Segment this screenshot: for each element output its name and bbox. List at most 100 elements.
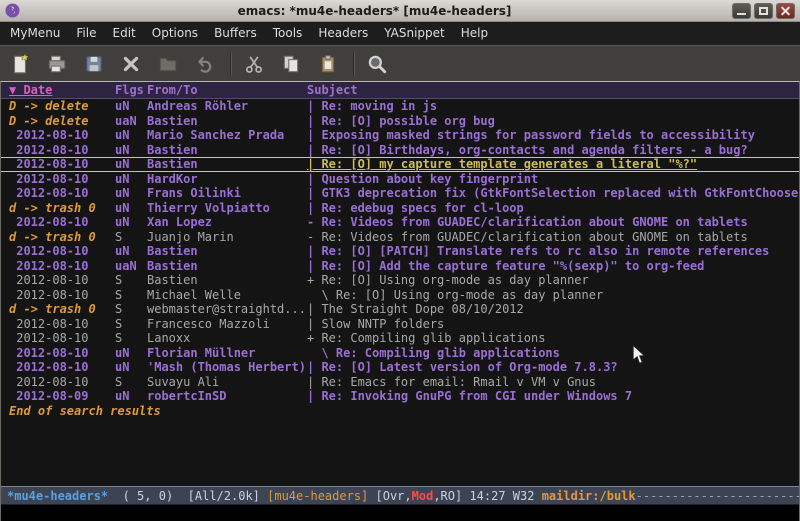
- headers-column-row: ▼ Date Flgs From/To Subject: [1, 82, 799, 99]
- modeline-dashes: ----------------------------------------…: [636, 489, 799, 503]
- open-file-button[interactable]: [43, 50, 71, 78]
- message-date: 2012-08-09: [9, 389, 115, 404]
- message-flags: uN: [115, 172, 147, 187]
- message-row[interactable]: 2012-08-10 uaN Bastien | Re: [O] Add the…: [1, 259, 799, 274]
- message-row[interactable]: 2012-08-10 uN Frans Oilinki | GTK3 depre…: [1, 186, 799, 201]
- copy-button[interactable]: [277, 50, 305, 78]
- new-file-button[interactable]: [6, 50, 34, 78]
- message-row[interactable]: 2012-08-10 uN Florian Müllner \ Re: Comp…: [1, 346, 799, 361]
- message-flags: S: [115, 288, 147, 303]
- menu-item-help[interactable]: Help: [453, 22, 496, 45]
- mouse-cursor: [632, 344, 647, 365]
- undo-button[interactable]: [191, 50, 219, 78]
- message-row[interactable]: 2012-08-09 uN robertcInSD | Re: Invoking…: [1, 389, 799, 404]
- message-subject: \ Re: Compiling glib applications: [307, 346, 799, 361]
- titlebar[interactable]: emacs: *mu4e-headers* [mu4e-headers]: [0, 0, 800, 22]
- menu-item-headers[interactable]: Headers: [310, 22, 376, 45]
- menu-bar: MyMenuFileEditOptionsBuffersToolsHeaders…: [0, 22, 800, 45]
- message-row[interactable]: 2012-08-10 uN Xan Lopez - Re: Videos fro…: [1, 215, 799, 230]
- menu-item-tools[interactable]: Tools: [265, 22, 311, 45]
- message-row[interactable]: D -> delete uN Andreas Röhler | Re: movi…: [1, 99, 799, 114]
- column-flags[interactable]: Flgs: [115, 82, 147, 98]
- message-from: Florian Müllner: [147, 346, 307, 361]
- message-subject: + Re: Compiling glib applications: [307, 331, 799, 346]
- message-subject: \ Re: [O] Using org-mode as day planner: [307, 288, 799, 303]
- undo-icon: [194, 53, 216, 75]
- save-icon: [83, 53, 105, 75]
- menu-item-buffers[interactable]: Buffers: [206, 22, 265, 45]
- message-from: HardKor: [147, 172, 307, 187]
- search-button[interactable]: [363, 50, 391, 78]
- minibuffer[interactable]: [1, 505, 799, 521]
- menu-item-yasnippet[interactable]: YASnippet: [376, 22, 453, 45]
- paste-button[interactable]: [314, 50, 342, 78]
- message-from: Lanoxx: [147, 331, 307, 346]
- sort-column-date[interactable]: ▼ Date: [9, 82, 115, 98]
- mode-line[interactable]: *mu4e-headers* ( 5, 0) [All/2.0k] [mu4e-…: [1, 486, 799, 505]
- menu-item-options[interactable]: Options: [144, 22, 206, 45]
- search-icon: [366, 53, 388, 75]
- close-button[interactable]: [776, 3, 795, 19]
- column-subject[interactable]: Subject: [307, 82, 799, 98]
- message-from: Andreas Röhler: [147, 99, 307, 114]
- dired-button[interactable]: [154, 50, 182, 78]
- message-flags: uN: [115, 215, 147, 230]
- message-date: 2012-08-10: [9, 259, 115, 274]
- end-of-results-message: End of search results: [1, 404, 799, 419]
- minimize-button[interactable]: [732, 3, 751, 19]
- message-row[interactable]: 2012-08-10 S Francesco Mazzoli | Slow NN…: [1, 317, 799, 332]
- message-row[interactable]: D -> delete uaN Bastien | Re: [O] possib…: [1, 114, 799, 129]
- message-row[interactable]: 2012-08-10 S Michael Welle \ Re: [O] Usi…: [1, 288, 799, 303]
- message-row[interactable]: 2012-08-10 uN 'Mash (Thomas Herbert) | R…: [1, 360, 799, 375]
- kill-buffer-button[interactable]: [117, 50, 145, 78]
- empty-area: [1, 419, 799, 487]
- message-row[interactable]: d -> trash 0 S webmaster@straightd... | …: [1, 302, 799, 317]
- message-subject: | Re: Emacs for email: Rmail v VM v Gnus: [307, 375, 799, 390]
- message-subject: | Re: [O] possible org bug: [307, 114, 799, 129]
- message-date: 2012-08-10: [9, 215, 115, 230]
- message-subject: - Re: Videos from GUADEC/clarification a…: [307, 215, 799, 230]
- message-from: Bastien: [147, 244, 307, 259]
- maximize-button[interactable]: [754, 3, 773, 19]
- message-row[interactable]: 2012-08-10 uN Bastien | Re: [O] my captu…: [1, 157, 799, 172]
- message-row[interactable]: 2012-08-10 S Bastien + Re: [O] Using org…: [1, 273, 799, 288]
- message-flags: S: [115, 331, 147, 346]
- close-x-icon: [120, 53, 142, 75]
- message-date: D -> delete: [9, 114, 115, 129]
- message-row[interactable]: 2012-08-10 S Suvayu Ali | Re: Emacs for …: [1, 375, 799, 390]
- menu-item-file[interactable]: File: [68, 22, 104, 45]
- message-from: Bastien: [147, 143, 307, 158]
- message-row[interactable]: d -> trash 0 uN Thierry Volpiatto | Re: …: [1, 201, 799, 216]
- modeline-maildir: maildir:/bulk: [542, 489, 636, 503]
- message-flags: uN: [115, 158, 147, 171]
- message-subject: | Re: edebug specs for cl-loop: [307, 201, 799, 216]
- message-flags: uaN: [115, 114, 147, 129]
- message-from: Michael Welle: [147, 288, 307, 303]
- message-row[interactable]: d -> trash 0 S Juanjo Marin - Re: Videos…: [1, 230, 799, 245]
- message-date: 2012-08-10: [9, 331, 115, 346]
- message-subject: | Re: Invoking GnuPG from CGI under Wind…: [307, 389, 799, 404]
- message-date: 2012-08-10: [9, 273, 115, 288]
- modeline-position: ( 5, 0): [108, 489, 187, 503]
- message-subject: | Slow NNTP folders: [307, 317, 799, 332]
- message-subject: - Re: Videos from GUADEC/clarification a…: [307, 230, 799, 245]
- maximize-icon: [759, 7, 768, 15]
- menu-item-mymenu[interactable]: MyMenu: [2, 22, 68, 45]
- column-from[interactable]: From/To: [147, 82, 307, 98]
- copy-icon: [280, 53, 302, 75]
- message-flags: uN: [115, 99, 147, 114]
- menu-item-edit[interactable]: Edit: [105, 22, 144, 45]
- message-row[interactable]: 2012-08-10 uN Mario Sanchez Prada | Expo…: [1, 128, 799, 143]
- message-row[interactable]: 2012-08-10 uN Bastien | Re: [O] [PATCH] …: [1, 244, 799, 259]
- message-row[interactable]: 2012-08-10 uN Bastien | Re: [O] Birthday…: [1, 143, 799, 158]
- message-from: Bastien: [147, 259, 307, 274]
- message-flags: uN: [115, 186, 147, 201]
- paste-icon: [317, 53, 339, 75]
- message-row[interactable]: 2012-08-10 S Lanoxx + Re: Compiling glib…: [1, 331, 799, 346]
- message-subject: + Re: [O] Using org-mode as day planner: [307, 273, 799, 288]
- save-buffer-button[interactable]: [80, 50, 108, 78]
- cut-button[interactable]: [240, 50, 268, 78]
- message-row[interactable]: 2012-08-10 uN HardKor | Question about k…: [1, 172, 799, 187]
- message-subject: | Exposing masked strings for password f…: [307, 128, 799, 143]
- toolbar-separator: [230, 52, 232, 76]
